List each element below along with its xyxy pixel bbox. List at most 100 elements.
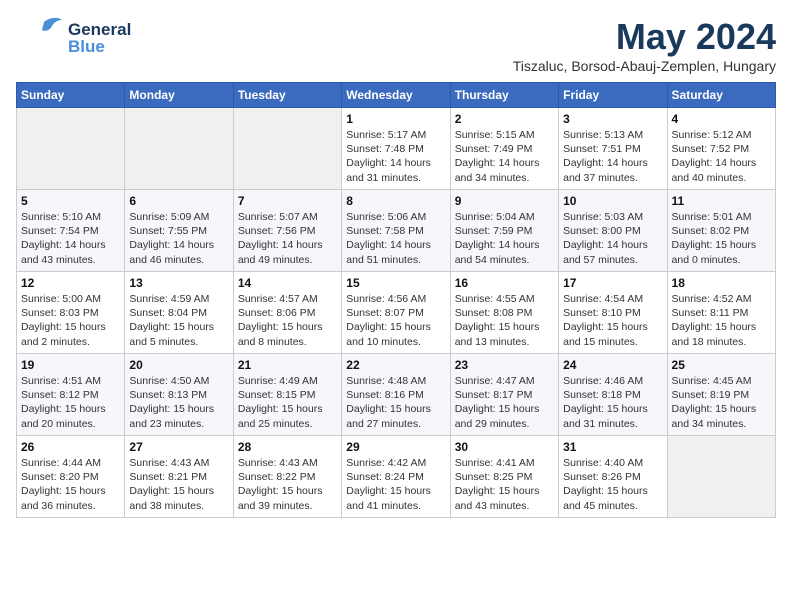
day-info: Sunrise: 4:50 AM Sunset: 8:13 PM Dayligh… (129, 374, 228, 431)
calendar-cell: 17 Sunrise: 4:54 AM Sunset: 8:10 PM Dayli… (559, 272, 667, 354)
day-number: 1 (346, 112, 445, 126)
calendar-cell: 20 Sunrise: 4:50 AM Sunset: 8:13 PM Dayli… (125, 354, 233, 436)
calendar-cell: 22 Sunrise: 4:48 AM Sunset: 8:16 PM Dayli… (342, 354, 450, 436)
day-info: Sunrise: 4:49 AM Sunset: 8:15 PM Dayligh… (238, 374, 337, 431)
calendar-cell: 18 Sunrise: 4:52 AM Sunset: 8:11 PM Dayli… (667, 272, 775, 354)
day-number: 15 (346, 276, 445, 290)
col-header-sunday: Sunday (17, 83, 125, 108)
col-header-wednesday: Wednesday (342, 83, 450, 108)
calendar-cell: 26 Sunrise: 4:44 AM Sunset: 8:20 PM Dayli… (17, 436, 125, 518)
calendar-cell (233, 108, 341, 190)
day-info: Sunrise: 5:12 AM Sunset: 7:52 PM Dayligh… (672, 128, 771, 185)
day-info: Sunrise: 4:48 AM Sunset: 8:16 PM Dayligh… (346, 374, 445, 431)
calendar-cell: 13 Sunrise: 4:59 AM Sunset: 8:04 PM Dayli… (125, 272, 233, 354)
day-info: Sunrise: 4:41 AM Sunset: 8:25 PM Dayligh… (455, 456, 554, 513)
page-header: GeneralBlue May 2024 Tiszaluc, Borsod-Ab… (16, 16, 776, 74)
day-number: 8 (346, 194, 445, 208)
calendar-table: SundayMondayTuesdayWednesdayThursdayFrid… (16, 82, 776, 518)
day-number: 20 (129, 358, 228, 372)
logo-name: GeneralBlue (68, 21, 131, 55)
day-number: 17 (563, 276, 662, 290)
day-info: Sunrise: 4:56 AM Sunset: 8:07 PM Dayligh… (346, 292, 445, 349)
calendar-cell: 19 Sunrise: 4:51 AM Sunset: 8:12 PM Dayli… (17, 354, 125, 436)
day-info: Sunrise: 4:40 AM Sunset: 8:26 PM Dayligh… (563, 456, 662, 513)
day-info: Sunrise: 4:55 AM Sunset: 8:08 PM Dayligh… (455, 292, 554, 349)
logo-general: General (68, 21, 131, 38)
day-info: Sunrise: 5:00 AM Sunset: 8:03 PM Dayligh… (21, 292, 120, 349)
day-number: 11 (672, 194, 771, 208)
calendar-cell: 15 Sunrise: 4:56 AM Sunset: 8:07 PM Dayli… (342, 272, 450, 354)
calendar-week-4: 19 Sunrise: 4:51 AM Sunset: 8:12 PM Dayli… (17, 354, 776, 436)
day-info: Sunrise: 4:45 AM Sunset: 8:19 PM Dayligh… (672, 374, 771, 431)
day-info: Sunrise: 5:17 AM Sunset: 7:48 PM Dayligh… (346, 128, 445, 185)
day-number: 18 (672, 276, 771, 290)
calendar-cell: 27 Sunrise: 4:43 AM Sunset: 8:21 PM Dayli… (125, 436, 233, 518)
day-number: 12 (21, 276, 120, 290)
day-number: 29 (346, 440, 445, 454)
calendar-cell: 7 Sunrise: 5:07 AM Sunset: 7:56 PM Daylig… (233, 190, 341, 272)
day-number: 3 (563, 112, 662, 126)
day-info: Sunrise: 5:15 AM Sunset: 7:49 PM Dayligh… (455, 128, 554, 185)
day-number: 31 (563, 440, 662, 454)
day-info: Sunrise: 4:51 AM Sunset: 8:12 PM Dayligh… (21, 374, 120, 431)
calendar-cell: 21 Sunrise: 4:49 AM Sunset: 8:15 PM Dayli… (233, 354, 341, 436)
day-number: 7 (238, 194, 337, 208)
calendar-cell: 3 Sunrise: 5:13 AM Sunset: 7:51 PM Daylig… (559, 108, 667, 190)
day-number: 10 (563, 194, 662, 208)
calendar-cell: 10 Sunrise: 5:03 AM Sunset: 8:00 PM Dayli… (559, 190, 667, 272)
day-info: Sunrise: 4:43 AM Sunset: 8:21 PM Dayligh… (129, 456, 228, 513)
logo: GeneralBlue (16, 16, 131, 60)
col-header-thursday: Thursday (450, 83, 558, 108)
calendar-cell: 25Sunrise: 4:45 AM Sunset: 8:19 PM Dayli… (667, 354, 775, 436)
calendar-cell: 11 Sunrise: 5:01 AM Sunset: 8:02 PM Dayli… (667, 190, 775, 272)
day-info: Sunrise: 4:46 AM Sunset: 8:18 PM Dayligh… (563, 374, 662, 431)
day-info: Sunrise: 5:13 AM Sunset: 7:51 PM Dayligh… (563, 128, 662, 185)
day-info: Sunrise: 4:52 AM Sunset: 8:11 PM Dayligh… (672, 292, 771, 349)
calendar-cell (17, 108, 125, 190)
calendar-cell (667, 436, 775, 518)
day-info: Sunrise: 5:07 AM Sunset: 7:56 PM Dayligh… (238, 210, 337, 267)
day-number: 30 (455, 440, 554, 454)
day-info: Sunrise: 4:44 AM Sunset: 8:20 PM Dayligh… (21, 456, 120, 513)
day-number: 16 (455, 276, 554, 290)
calendar-cell: 23Sunrise: 4:47 AM Sunset: 8:17 PM Dayli… (450, 354, 558, 436)
day-number: 28 (238, 440, 337, 454)
day-number: 24 (563, 358, 662, 372)
calendar-cell: 28 Sunrise: 4:43 AM Sunset: 8:22 PM Dayli… (233, 436, 341, 518)
calendar-week-1: 1 Sunrise: 5:17 AM Sunset: 7:48 PM Daylig… (17, 108, 776, 190)
day-number: 2 (455, 112, 554, 126)
day-info: Sunrise: 5:06 AM Sunset: 7:58 PM Dayligh… (346, 210, 445, 267)
calendar-week-3: 12 Sunrise: 5:00 AM Sunset: 8:03 PM Dayli… (17, 272, 776, 354)
calendar-week-2: 5 Sunrise: 5:10 AM Sunset: 7:54 PM Daylig… (17, 190, 776, 272)
col-header-friday: Friday (559, 83, 667, 108)
calendar-week-5: 26 Sunrise: 4:44 AM Sunset: 8:20 PM Dayli… (17, 436, 776, 518)
calendar-cell: 6Sunrise: 5:09 AM Sunset: 7:55 PM Daylig… (125, 190, 233, 272)
day-info: Sunrise: 4:43 AM Sunset: 8:22 PM Dayligh… (238, 456, 337, 513)
day-info: Sunrise: 5:10 AM Sunset: 7:54 PM Dayligh… (21, 210, 120, 267)
day-number: 22 (346, 358, 445, 372)
day-info: Sunrise: 4:59 AM Sunset: 8:04 PM Dayligh… (129, 292, 228, 349)
day-info: Sunrise: 4:54 AM Sunset: 8:10 PM Dayligh… (563, 292, 662, 349)
day-info: Sunrise: 5:04 AM Sunset: 7:59 PM Dayligh… (455, 210, 554, 267)
col-header-saturday: Saturday (667, 83, 775, 108)
calendar-cell: 31 Sunrise: 4:40 AM Sunset: 8:26 PM Dayli… (559, 436, 667, 518)
calendar-cell: 30 Sunrise: 4:41 AM Sunset: 8:25 PM Dayli… (450, 436, 558, 518)
calendar-cell: 16 Sunrise: 4:55 AM Sunset: 8:08 PM Dayli… (450, 272, 558, 354)
day-info: Sunrise: 5:01 AM Sunset: 8:02 PM Dayligh… (672, 210, 771, 267)
day-number: 13 (129, 276, 228, 290)
day-info: Sunrise: 5:03 AM Sunset: 8:00 PM Dayligh… (563, 210, 662, 267)
calendar-cell: 1 Sunrise: 5:17 AM Sunset: 7:48 PM Daylig… (342, 108, 450, 190)
location-subtitle: Tiszaluc, Borsod-Abauj-Zemplen, Hungary (513, 58, 776, 74)
day-number: 5 (21, 194, 120, 208)
calendar-cell: 2 Sunrise: 5:15 AM Sunset: 7:49 PM Daylig… (450, 108, 558, 190)
logo-blue: Blue (68, 38, 131, 55)
col-header-tuesday: Tuesday (233, 83, 341, 108)
day-number: 23 (455, 358, 554, 372)
day-number: 26 (21, 440, 120, 454)
day-number: 27 (129, 440, 228, 454)
day-number: 19 (21, 358, 120, 372)
title-block: May 2024 Tiszaluc, Borsod-Abauj-Zemplen,… (513, 16, 776, 74)
calendar-cell: 4Sunrise: 5:12 AM Sunset: 7:52 PM Daylig… (667, 108, 775, 190)
day-info: Sunrise: 4:57 AM Sunset: 8:06 PM Dayligh… (238, 292, 337, 349)
day-number: 21 (238, 358, 337, 372)
